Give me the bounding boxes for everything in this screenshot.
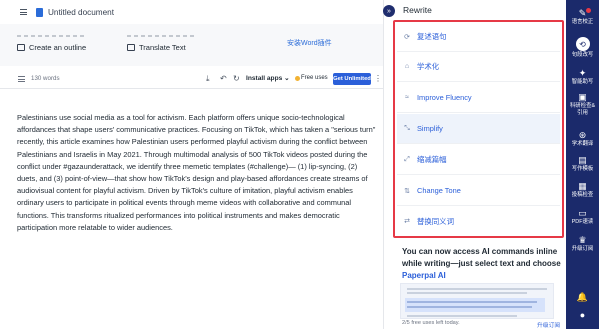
bell-icon: 🔔: [576, 292, 589, 302]
document-title[interactable]: Untitled document: [48, 8, 114, 17]
download-icon[interactable]: ⤓: [206, 74, 210, 84]
word-count: 130 words: [31, 75, 60, 82]
pdf-icon: ▭: [578, 208, 587, 218]
editor-toolbar: 130 words ⤓ ↶ ↻ Install apps ⌄ Free uses…: [0, 70, 383, 89]
sidebar-item-label: 科研检查&引用: [569, 103, 596, 116]
sidebar-item-label: 升级订阅: [571, 246, 594, 252]
simplify-icon: ⤡: [404, 124, 410, 132]
install-apps-label: Install apps: [246, 75, 283, 82]
document-body-text[interactable]: Palestinians use social media as a tool …: [17, 112, 379, 234]
rewrite-option-synonyms[interactable]: ⇄ 替换同义词: [397, 206, 560, 236]
get-unlimited-button[interactable]: Get Unlimited: [333, 73, 371, 85]
panel-divider: [383, 0, 384, 329]
rewrite-option-change-tone[interactable]: ⇅ Change Tone: [397, 176, 560, 206]
rewrite-option-rephrase[interactable]: ⟳ 复述语句: [397, 22, 560, 52]
rephrase-icon: ⟳: [404, 33, 410, 41]
rewrite-option-label: Improve Fluency: [417, 93, 472, 102]
sidebar-item-citation-check[interactable]: ▣ 科研检查&引用: [566, 92, 599, 117]
rewrite-option-academic[interactable]: ⌂ 学术化: [397, 52, 560, 82]
install-word-plugin-link[interactable]: 安装Word插件: [287, 38, 332, 48]
preview-line: [407, 292, 527, 294]
preview-line: [407, 315, 517, 317]
sidebar-item-label: PDF速读: [571, 219, 594, 225]
translate-text-label: Translate Text: [139, 42, 186, 52]
rewrite-panel-title: Rewrite: [403, 5, 432, 15]
sidebar-item-label: 学术翻译: [571, 141, 594, 147]
rewrite-option-label: Change Tone: [417, 186, 461, 195]
inline-ai-preview-image: [400, 283, 554, 319]
synonym-icon: ⇄: [404, 218, 410, 225]
outline-icon: [17, 43, 25, 51]
tool-strip: Create an outline Translate Text 安装Word插…: [0, 24, 383, 66]
card-decoration: [17, 35, 84, 37]
tool-sidebar: ✎ 语言校正 ⟲ 句段改写 ✦ 智能助写 ▣ 科研检查&引用 ⊛ 学术翻译 ▤ …: [566, 0, 599, 329]
crown-icon: ♛: [578, 235, 587, 245]
create-outline-card[interactable]: Create an outline: [12, 34, 114, 54]
sidebar-profile[interactable]: ●: [566, 310, 599, 321]
rewrite-option-label: 替换同义词: [417, 216, 454, 226]
rewrite-option-label: 复述语句: [417, 32, 447, 41]
collapse-panel-icon[interactable]: »: [383, 5, 395, 17]
fluency-icon: ≈: [405, 94, 409, 101]
translate-text-card[interactable]: Translate Text: [122, 34, 226, 54]
rewrite-option-label: 学术化: [417, 62, 440, 71]
sidebar-item-language-correction[interactable]: ✎ 语言校正: [566, 8, 599, 26]
template-icon: ▤: [578, 155, 587, 165]
sidebar-item-smart-assistant[interactable]: ✦ 智能助写: [566, 68, 599, 86]
sidebar-item-submission-check[interactable]: ▦ 投稿检查: [566, 181, 599, 199]
translate-icon: [127, 43, 135, 51]
sidebar-item-label: 语言校正: [571, 19, 594, 25]
sidebar-item-upgrade[interactable]: ♛ 升级订阅: [566, 235, 599, 253]
menu-icon[interactable]: [20, 9, 27, 15]
rewrite-options-list: ⟳ 复述语句 ⌂ 学术化 ≈ Improve Fluency ⤡ Simplif…: [393, 20, 564, 238]
rewrite-icon: ⟲: [575, 37, 590, 51]
translate-icon: ⊛: [578, 130, 587, 140]
outline-list-icon[interactable]: [18, 76, 25, 82]
free-uses-remaining: 2/5 free uses left today.: [402, 320, 460, 326]
sidebar-item-academic-translation[interactable]: ⊛ 学术翻译: [566, 130, 599, 148]
citation-icon: ▣: [578, 92, 587, 102]
redo-icon[interactable]: ↻: [233, 74, 240, 84]
rewrite-option-simplify[interactable]: ⤡ Simplify: [397, 114, 560, 144]
free-uses-icon: [295, 76, 300, 81]
rewrite-option-shorten[interactable]: ⤢ 缩减篇幅: [397, 145, 560, 175]
sidebar-item-label: 智能助写: [571, 79, 594, 85]
rewrite-option-improve-fluency[interactable]: ≈ Improve Fluency: [397, 83, 560, 113]
submission-icon: ▦: [578, 181, 587, 191]
sidebar-item-label: 写作模板: [571, 166, 594, 172]
rewrite-option-label: Simplify: [417, 124, 443, 133]
user-icon: ●: [579, 310, 586, 320]
upgrade-link[interactable]: 升级订阅: [537, 320, 560, 329]
create-outline-label: Create an outline: [29, 42, 87, 52]
rewrite-option-label: 缩减篇幅: [417, 155, 447, 164]
tone-icon: ⇅: [404, 187, 410, 195]
undo-icon[interactable]: ↶: [220, 74, 227, 84]
sidebar-item-label: 投稿检查: [571, 192, 594, 198]
promo-brand[interactable]: Paperpal AI: [402, 271, 446, 280]
shorten-icon: ⤢: [404, 155, 410, 163]
install-apps-menu[interactable]: Install apps ⌄: [246, 74, 290, 82]
assistant-icon: ✦: [578, 68, 587, 78]
document-icon: [36, 7, 43, 17]
preview-line: [407, 306, 532, 308]
document-header: Untitled document: [0, 0, 383, 24]
more-options-icon[interactable]: ⋮: [374, 74, 382, 83]
sidebar-item-writing-templates[interactable]: ▤ 写作模板: [566, 155, 599, 173]
preview-line: [407, 301, 537, 303]
notification-dot: [586, 8, 591, 13]
promo-text: You can now access AI commands inline wh…: [402, 247, 561, 268]
sidebar-item-label: 句段改写: [571, 52, 594, 58]
sidebar-item-rewrite[interactable]: ⟲ 句段改写: [566, 37, 599, 59]
card-decoration: [127, 35, 196, 37]
preview-line: [407, 288, 547, 290]
free-uses-label: Free uses: [301, 75, 328, 81]
sidebar-notifications[interactable]: 🔔: [566, 292, 599, 303]
sidebar-item-pdf-reader[interactable]: ▭ PDF速读: [566, 208, 599, 226]
academic-icon: ⌂: [404, 63, 410, 70]
inline-ai-promo: You can now access AI commands inline wh…: [402, 246, 562, 282]
